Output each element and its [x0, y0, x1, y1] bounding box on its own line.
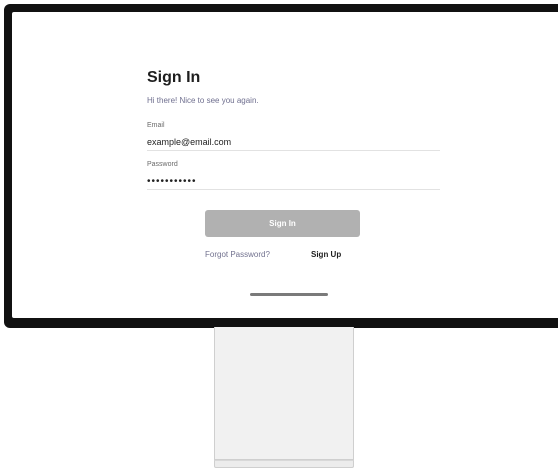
- home-indicator: [250, 293, 328, 296]
- monitor-bezel: Sign In Hi there! Nice to see you again.…: [4, 4, 558, 328]
- subtitle-text: Hi there! Nice to see you again.: [147, 96, 259, 105]
- page: Sign In Hi there! Nice to see you again.…: [0, 0, 558, 470]
- auth-links: Forgot Password? Sign Up: [147, 250, 440, 262]
- monitor-stand-base: [214, 460, 354, 468]
- sign-up-link[interactable]: Sign Up: [311, 250, 341, 259]
- email-field[interactable]: [147, 134, 440, 151]
- sign-in-button[interactable]: Sign In: [205, 210, 360, 237]
- page-title: Sign In: [147, 69, 201, 86]
- password-field[interactable]: [147, 173, 440, 190]
- email-label: Email: [147, 122, 165, 129]
- forgot-password-link[interactable]: Forgot Password?: [205, 250, 270, 259]
- signin-form: Sign In Hi there! Nice to see you again.…: [147, 68, 440, 296]
- monitor-stand: [214, 327, 354, 460]
- monitor-screen: Sign In Hi there! Nice to see you again.…: [12, 12, 558, 318]
- password-label: Password: [147, 161, 178, 168]
